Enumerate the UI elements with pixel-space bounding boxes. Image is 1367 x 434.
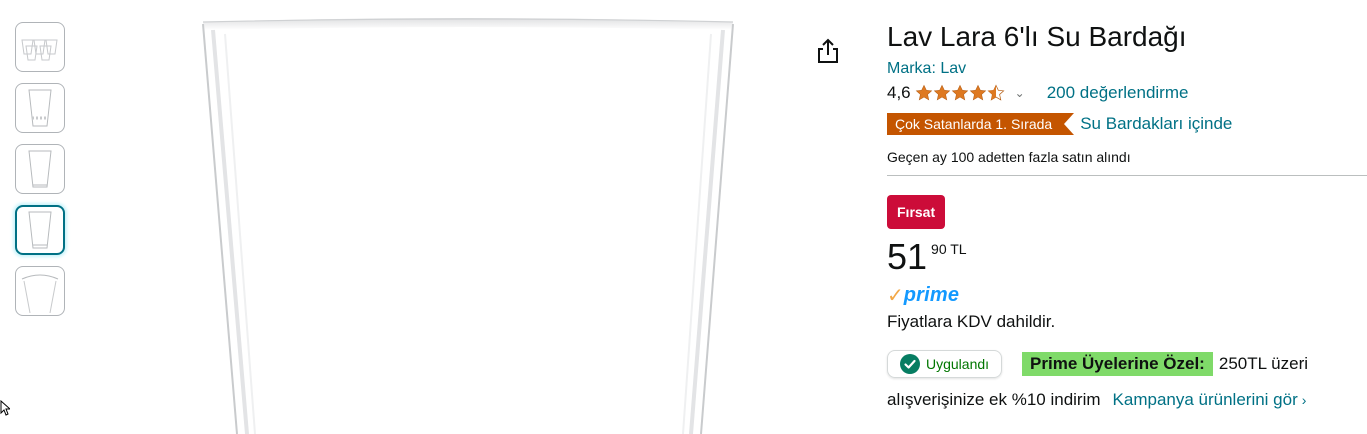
product-info: Lav Lara 6'lı Su Bardağı Marka: Lav 4,6 … <box>887 18 1367 410</box>
divider <box>887 175 1367 176</box>
bought-last-month-text: Geçen ay 100 adetten fazla satın alındı <box>887 149 1131 165</box>
reviews-link[interactable]: 200 değerlendirme <box>1047 83 1189 103</box>
bestseller-badge[interactable]: Çok Satanlarda 1. Sırada <box>887 113 1075 135</box>
chevron-right-icon[interactable]: › <box>1302 392 1307 408</box>
star-icon <box>951 84 968 101</box>
campaign-products-link[interactable]: Kampanya ürünlerini gör <box>1113 390 1298 410</box>
promo-row: Uygulandı Prime Üyelerine Özel: 250TL üz… <box>887 350 1367 378</box>
thumbnail-glass-closeup-image <box>21 274 59 313</box>
prime-check-icon: ✓ <box>887 284 904 307</box>
thumbnail-2[interactable] <box>15 83 65 133</box>
promo-text-line2: alışverişinize ek %10 indirim <box>887 390 1101 409</box>
rating-stars[interactable] <box>915 84 1005 102</box>
bestseller-row: Çok Satanlarda 1. Sırada Su Bardakları i… <box>887 112 1367 136</box>
cursor-icon <box>0 400 10 416</box>
thumbnail-5[interactable] <box>15 266 65 316</box>
thumbnail-list <box>15 22 69 327</box>
main-product-image[interactable] <box>195 12 740 434</box>
star-icon <box>933 84 950 101</box>
promo-text-line1: 250TL üzeri <box>1218 354 1309 373</box>
thumbnail-glass-image <box>28 211 52 249</box>
thumbnail-3[interactable] <box>15 144 65 194</box>
rating-value: 4,6 <box>887 83 911 102</box>
price-whole: 51 <box>887 236 928 277</box>
promo-row-2: alışverişinize ek %10 indirim Kampanya ü… <box>887 390 1367 410</box>
prime-only-label: Prime Üyelerine Özel: <box>1022 352 1213 376</box>
thumbnail-1[interactable] <box>15 22 65 72</box>
star-icon <box>915 84 932 101</box>
applied-label: Uygulandı <box>926 356 990 372</box>
thumbnail-glasses-set-image <box>21 39 58 61</box>
vat-text: Fiyatlara KDV dahildir. <box>887 312 1056 331</box>
rating-row: 4,6 ⌄ 200 değerlendirme <box>887 80 1367 106</box>
star-icon <box>969 84 986 101</box>
thumbnail-4-selected[interactable] <box>15 205 65 255</box>
prime-logo: ✓ prime <box>887 283 1367 307</box>
price: 51 90 TL <box>887 237 1367 277</box>
check-circle-icon <box>900 354 920 374</box>
star-half-icon <box>987 84 1005 101</box>
prime-word: prime <box>903 283 960 306</box>
brand-link[interactable]: Marka: Lav <box>887 58 966 80</box>
chevron-down-icon[interactable]: ⌄ <box>1015 86 1025 100</box>
applied-coupon-badge[interactable]: Uygulandı <box>887 350 1003 378</box>
thumbnail-glass-image <box>28 89 52 127</box>
share-icon[interactable] <box>815 37 841 65</box>
price-fraction: 90 TL <box>931 241 967 257</box>
thumbnail-glass-image <box>28 150 52 188</box>
product-title: Lav Lara 6'lı Su Bardağı <box>887 21 1187 52</box>
bestseller-category-link[interactable]: Su Bardakları içinde <box>1080 114 1232 134</box>
deal-badge: Fırsat <box>887 195 946 229</box>
